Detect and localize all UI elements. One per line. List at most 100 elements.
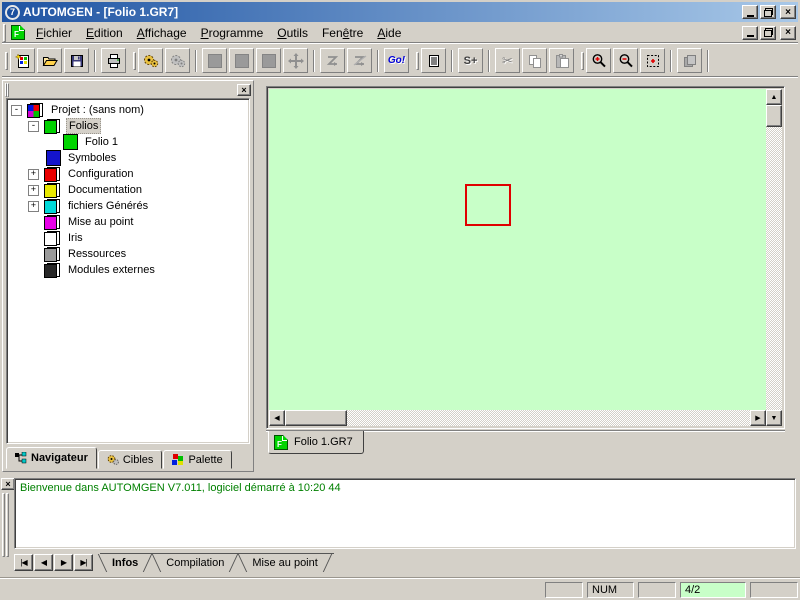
zoom-in-button[interactable]	[586, 48, 611, 73]
messages-box[interactable]: Bienvenue dans AUTOMGEN V7.011, logiciel…	[14, 478, 796, 549]
expand-box-icon[interactable]: +	[28, 185, 39, 196]
mdi-close-button[interactable]: ×	[780, 26, 796, 40]
project-tree: -Projet : (sans nom) -Folios Folio 1 Sym…	[6, 98, 250, 444]
menu-outils[interactable]: Outils	[270, 24, 315, 42]
output-left-strip: ×	[1, 478, 14, 574]
tab-infos[interactable]: Infos	[96, 554, 154, 572]
close-icon: ×	[785, 27, 791, 38]
horizontal-scrollbar: ◀ ▶	[269, 410, 766, 426]
go-button[interactable]: Go!	[384, 48, 409, 73]
restore-button[interactable]	[760, 5, 776, 19]
scroll-right-button[interactable]: ▶	[750, 410, 766, 426]
expand-box-icon[interactable]: +	[28, 169, 39, 180]
first-page-button[interactable]: |◀	[14, 554, 33, 571]
close-icon: ×	[241, 85, 246, 95]
vertical-scroll-track[interactable]	[766, 127, 782, 410]
blank-square-icon	[261, 53, 277, 69]
next-page-button[interactable]: ▶	[54, 554, 73, 571]
tree-item-fichiers-generes[interactable]: +fichiers Générés	[7, 198, 249, 214]
close-button[interactable]: ×	[780, 5, 796, 19]
tree-item-folios[interactable]: -Folios	[7, 118, 249, 134]
panel-gripper[interactable]	[2, 493, 14, 557]
menu-edition[interactable]: Edition	[79, 24, 130, 42]
compile-run-button[interactable]	[138, 48, 163, 73]
tree-item-ressources[interactable]: Ressources	[7, 246, 249, 262]
title-bar[interactable]: 7 AUTOMGEN - [Folio 1.GR7] ×	[2, 2, 798, 22]
menubar-gripper[interactable]	[3, 24, 6, 42]
tree-item-iris[interactable]: Iris	[7, 230, 249, 246]
collapse-box-icon[interactable]: -	[11, 105, 22, 116]
zoom-out-button[interactable]	[613, 48, 638, 73]
new-button[interactable]	[10, 48, 35, 73]
paste-button[interactable]	[549, 48, 574, 73]
symbol-add-button[interactable]: S+	[458, 48, 483, 73]
scroll-down-button[interactable]: ▼	[766, 410, 782, 426]
last-page-button[interactable]: ▶|	[74, 554, 93, 571]
tab-compilation[interactable]: Compilation	[150, 554, 240, 572]
gears-icon	[143, 53, 159, 69]
horizontal-scroll-track[interactable]	[347, 410, 750, 426]
grafcet-step-rectangle[interactable]	[465, 184, 511, 226]
tree-item-folio-1[interactable]: Folio 1	[7, 134, 249, 150]
compile-button[interactable]	[165, 48, 190, 73]
printer-icon	[106, 53, 122, 69]
cut-button[interactable]: ✂	[495, 48, 520, 73]
toolbar-gripper[interactable]	[133, 52, 136, 70]
gears-disabled-icon	[170, 53, 186, 69]
status-bar: NUM 4/2	[0, 577, 800, 600]
drawing-canvas[interactable]	[269, 89, 767, 411]
zoom-selection-button[interactable]	[640, 48, 665, 73]
scissors-icon: ✂	[502, 53, 513, 69]
navigator-close-button[interactable]: ×	[237, 84, 251, 96]
menu-fenetre[interactable]: Fenêtre	[315, 24, 370, 42]
tree-item-modules-externes[interactable]: Modules externes	[7, 262, 249, 278]
tree-item-configuration[interactable]: +Configuration	[7, 166, 249, 182]
menu-affichage[interactable]: Affichage	[130, 24, 194, 42]
mdi-minimize-button[interactable]	[742, 26, 758, 40]
close-icon: ×	[785, 7, 791, 18]
tab-folio-1-gr7[interactable]: F Folio 1.GR7	[268, 431, 364, 454]
scroll-left-button[interactable]: ◀	[269, 410, 285, 426]
tab-navigateur[interactable]: Navigateur	[6, 447, 97, 469]
tab-cibles[interactable]: Cibles	[98, 450, 163, 469]
save-button[interactable]	[64, 48, 89, 73]
move-mode-button[interactable]	[283, 48, 308, 73]
menu-fichier[interactable]: Fichier	[29, 24, 79, 42]
placeholder-button-3[interactable]	[256, 48, 281, 73]
copy-button[interactable]	[522, 48, 547, 73]
mdi-restore-button[interactable]	[760, 26, 776, 40]
toolbar-gripper[interactable]	[5, 52, 8, 70]
collapse-box-icon[interactable]: -	[28, 121, 39, 132]
tree-item-mise-au-point[interactable]: Mise au point	[7, 214, 249, 230]
toolbar-gripper[interactable]	[581, 52, 584, 70]
tree-item-projet[interactable]: -Projet : (sans nom)	[7, 102, 249, 118]
placeholder-button-1[interactable]	[202, 48, 227, 73]
toolbar-gripper[interactable]	[416, 52, 419, 70]
print-preview-button[interactable]	[677, 48, 702, 73]
expand-box-icon[interactable]: +	[28, 201, 39, 212]
horizontal-scroll-thumb[interactable]	[285, 410, 347, 426]
tab-mise-au-point[interactable]: Mise au point	[236, 554, 333, 572]
open-button[interactable]	[37, 48, 62, 73]
tab-palette[interactable]: Palette	[163, 450, 231, 469]
minimize-button[interactable]	[742, 5, 758, 19]
new-document-icon	[15, 53, 31, 69]
tree-item-documentation[interactable]: +Documentation	[7, 182, 249, 198]
tree-item-symboles[interactable]: Symboles	[7, 150, 249, 166]
previous-page-button[interactable]: ◀	[34, 554, 53, 571]
symbol-list-button[interactable]	[421, 48, 446, 73]
output-close-button[interactable]: ×	[1, 478, 15, 490]
scroll-up-button[interactable]: ▲	[766, 89, 782, 105]
folio-tab-row: F Folio 1.GR7	[266, 430, 785, 456]
menu-programme[interactable]: Programme	[194, 24, 271, 42]
vertical-scroll-thumb[interactable]	[766, 105, 782, 127]
status-cell-position: 4/2	[680, 582, 746, 598]
placeholder-button-2[interactable]	[229, 48, 254, 73]
print-button[interactable]	[101, 48, 126, 73]
panel-gripper[interactable]	[5, 84, 234, 96]
paste-icon	[554, 53, 570, 69]
step-button-2[interactable]	[347, 48, 372, 73]
debug-icon	[44, 215, 61, 230]
step-button-1[interactable]	[320, 48, 345, 73]
menu-aide[interactable]: Aide	[370, 24, 408, 42]
